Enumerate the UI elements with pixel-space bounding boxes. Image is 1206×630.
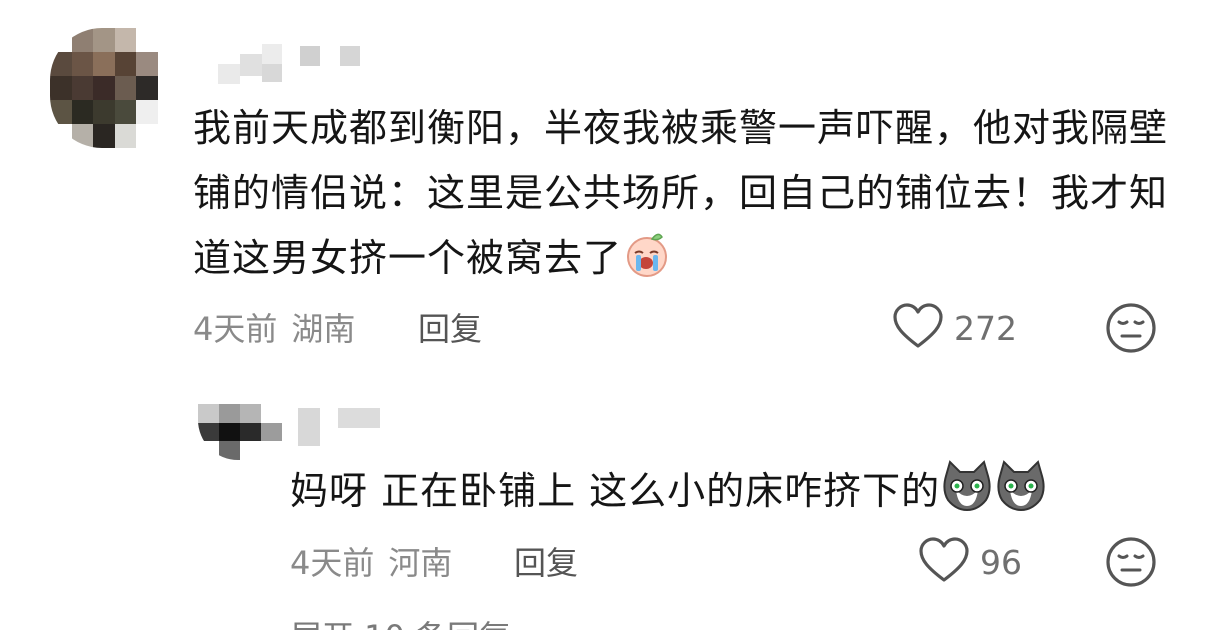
- reply-dislike-button[interactable]: [1105, 536, 1157, 592]
- heart-icon: [892, 302, 944, 354]
- comment-location: 湖南: [291, 310, 356, 348]
- comment-body: 我前天成都到衡阳，半夜我被乘警一声吓醒，他对我隔壁铺的情侣说：这里是公共场所，回…: [193, 106, 1169, 280]
- reply-reply-button[interactable]: 回复: [514, 538, 578, 584]
- reply-username[interactable]: [298, 404, 382, 446]
- crying-face-emoji-icon: [622, 229, 672, 299]
- reply-time: 4天前: [290, 544, 375, 582]
- reply-meta: 4天前 河南: [290, 538, 452, 584]
- reply-text: 妈呀 正在卧铺上 这么小的床咋挤下的: [290, 460, 1048, 529]
- dislike-button[interactable]: [1105, 302, 1157, 358]
- cat-emoji-icon: [940, 460, 994, 529]
- comment-thread: 我前天成都到衡阳，半夜我被乘警一声吓醒，他对我隔壁铺的情侣说：这里是公共场所，回…: [0, 0, 1206, 630]
- cat-emoji-icon: [994, 460, 1048, 529]
- reply-like-button[interactable]: 96: [918, 536, 1022, 588]
- heart-icon: [918, 536, 970, 588]
- neutral-face-icon: [1105, 537, 1157, 592]
- reply-body: 妈呀 正在卧铺上 这么小的床咋挤下的: [290, 469, 941, 513]
- expand-replies-link[interactable]: 展开 10 条回复: [290, 612, 511, 630]
- neutral-face-icon: [1105, 303, 1157, 358]
- reply-button[interactable]: 回复: [418, 304, 482, 350]
- reply-avatar[interactable]: [198, 404, 282, 460]
- like-button[interactable]: 272: [892, 302, 1017, 354]
- comment-text: 我前天成都到衡阳，半夜我被乘警一声吓醒，他对我隔壁铺的情侣说：这里是公共场所，回…: [193, 96, 1173, 299]
- comment-time: 4天前: [193, 310, 278, 348]
- username[interactable]: [218, 44, 362, 84]
- avatar[interactable]: [50, 28, 158, 148]
- comment-meta: 4天前 湖南: [193, 304, 355, 350]
- reply-location: 河南: [388, 544, 453, 582]
- reply-like-count: 96: [980, 542, 1022, 582]
- like-count: 272: [954, 308, 1017, 348]
